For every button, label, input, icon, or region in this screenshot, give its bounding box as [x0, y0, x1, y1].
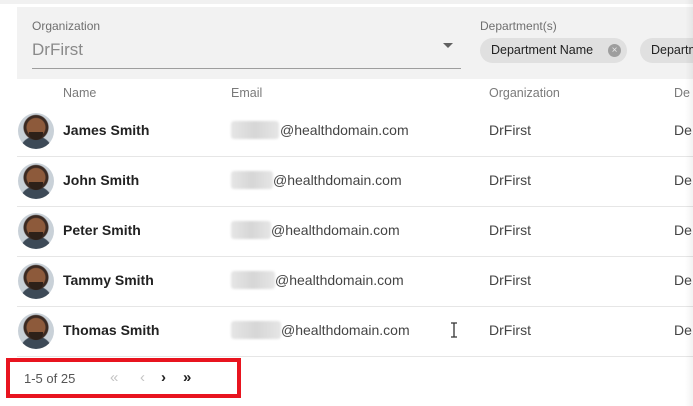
- email-redacted: [231, 321, 281, 339]
- organization-select[interactable]: Organization DrFirst: [17, 7, 461, 69]
- top-edge: [0, 0, 693, 4]
- avatar: [18, 163, 54, 199]
- department-chip-label: Department Name: [491, 43, 594, 57]
- user-name: Thomas Smith: [63, 322, 160, 338]
- pagination-range: 1-5 of 25: [24, 371, 76, 386]
- email-redacted: [231, 221, 271, 239]
- email-redacted: [231, 271, 275, 289]
- email-redacted: [231, 121, 279, 139]
- column-header-organization[interactable]: Organization: [489, 86, 560, 100]
- table-row[interactable]: Thomas Smith @healthdomain.com DrFirst D…: [17, 306, 693, 357]
- column-header-name[interactable]: Name: [63, 86, 96, 100]
- organization-value: DrFirst: [32, 40, 83, 59]
- user-list-panel: Organization DrFirst Department(s) Depar…: [0, 0, 693, 406]
- user-organization: DrFirst: [489, 172, 531, 188]
- avatar: [18, 113, 54, 149]
- user-name: John Smith: [63, 172, 140, 188]
- table-row[interactable]: John Smith @healthdomain.com DrFirst De: [17, 156, 693, 207]
- user-name: Peter Smith: [63, 222, 141, 238]
- first-page-icon[interactable]: «: [110, 368, 118, 388]
- user-name: Tammy Smith: [63, 272, 154, 288]
- organization-underline: [32, 68, 461, 69]
- user-email-domain: @healthdomain.com: [271, 222, 400, 238]
- next-page-icon[interactable]: ›: [161, 368, 166, 388]
- avatar: [18, 213, 54, 249]
- user-organization: DrFirst: [489, 122, 531, 138]
- right-edge-shadow: [685, 0, 693, 406]
- avatar: [18, 313, 54, 349]
- user-name: James Smith: [63, 122, 150, 138]
- table-row[interactable]: Peter Smith @healthdomain.com DrFirst De: [17, 206, 693, 257]
- avatar: [18, 263, 54, 299]
- dropdown-arrow-icon[interactable]: [443, 43, 453, 48]
- email-redacted: [231, 171, 273, 189]
- table-row[interactable]: James Smith @healthdomain.com DrFirst De: [17, 106, 693, 157]
- user-email-domain: @healthdomain.com: [275, 272, 404, 288]
- departments-label: Department(s): [480, 19, 557, 33]
- user-organization: DrFirst: [489, 222, 531, 238]
- user-email-domain: @healthdomain.com: [273, 172, 402, 188]
- text-cursor-icon: [451, 322, 457, 338]
- user-organization: DrFirst: [489, 322, 531, 338]
- user-organization: DrFirst: [489, 272, 531, 288]
- user-email-domain: @healthdomain.com: [281, 322, 410, 338]
- previous-page-icon[interactable]: ‹: [140, 368, 145, 388]
- column-header-email[interactable]: Email: [231, 86, 262, 100]
- organization-label: Organization: [32, 19, 101, 33]
- chip-remove-icon[interactable]: ×: [608, 44, 621, 57]
- department-chip[interactable]: Department Name ×: [480, 38, 627, 63]
- user-email-domain: @healthdomain.com: [280, 122, 409, 138]
- last-page-icon[interactable]: »: [183, 368, 191, 388]
- table-row[interactable]: Tammy Smith @healthdomain.com DrFirst De: [17, 256, 693, 307]
